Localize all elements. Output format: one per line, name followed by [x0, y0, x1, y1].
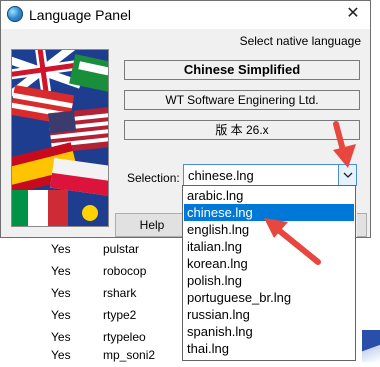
list-cell-status: Yes — [51, 348, 71, 362]
list-cell-name: pulstar — [103, 242, 140, 256]
list-cell-name: rtypeleo — [103, 330, 146, 344]
list-cell-name: mp_soni2 — [103, 348, 156, 362]
dropdown-option[interactable]: thai.lng — [184, 340, 354, 357]
version-box: 版 本 26.x — [124, 120, 360, 140]
native-language-label: Select native language — [239, 34, 361, 48]
dropdown-option[interactable]: polish.lng — [184, 272, 354, 289]
list-cell-status: Yes — [51, 330, 71, 344]
globe-icon — [7, 6, 23, 22]
dropdown-option[interactable]: russian.lng — [184, 306, 354, 323]
language-dropdown-list: arabic.lng chinese.lng english.lng italian.… — [182, 185, 356, 361]
partial-button[interactable] — [357, 213, 367, 237]
window-title: Language Panel — [29, 7, 131, 23]
dropdown-option[interactable]: italian.lng — [184, 238, 354, 255]
list-cell-status: Yes — [51, 264, 71, 278]
list-cell-name: rtype2 — [103, 308, 137, 322]
dropdown-option[interactable]: arabic.lng — [184, 187, 354, 204]
list-cell-name: robocop — [103, 264, 147, 278]
list-cell-status: Yes — [51, 286, 71, 300]
dropdown-option[interactable]: portuguese_br.lng — [184, 289, 354, 306]
selection-label: Selection: — [127, 171, 180, 185]
dropdown-option[interactable]: spanish.lng — [184, 323, 354, 340]
chevron-down-icon — [343, 172, 353, 178]
language-select[interactable]: chinese.lng — [183, 164, 357, 186]
language-name-box: Chinese Simplified — [124, 60, 360, 80]
close-button[interactable]: ✕ — [342, 4, 364, 24]
list-cell-name: rshark — [103, 286, 137, 300]
author-box: WT Software Enginering Ltd. — [124, 90, 360, 110]
flags-image — [11, 49, 109, 227]
list-cell-status: Yes — [51, 308, 71, 322]
selected-value: chinese.lng — [188, 168, 254, 183]
title-bar[interactable]: Language Panel ✕ — [1, 1, 370, 29]
list-cell-status: Yes — [51, 242, 71, 256]
dropdown-option[interactable]: chinese.lng — [184, 204, 354, 221]
dropdown-option[interactable]: korean.lng — [184, 255, 354, 272]
flag-icon — [362, 330, 380, 362]
dropdown-option[interactable]: english.lng — [184, 221, 354, 238]
help-button[interactable]: Help — [115, 213, 189, 237]
dropdown-arrow-button[interactable] — [338, 165, 356, 185]
